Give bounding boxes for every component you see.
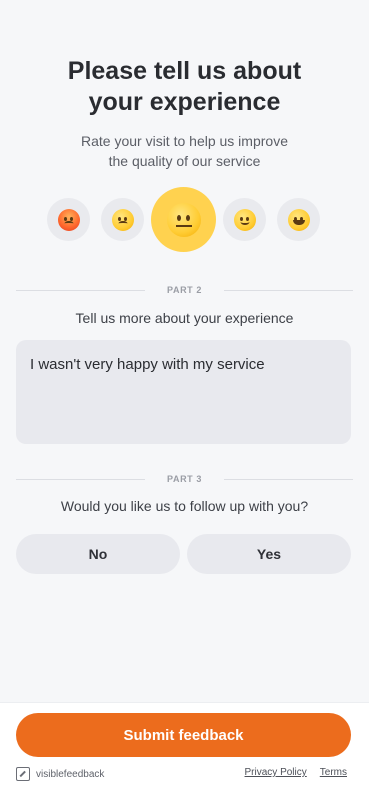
feedback-page: Please tell us about your experience Rat…	[0, 0, 369, 790]
page-subtitle: Rate your visit to help us improve the q…	[81, 133, 288, 169]
part2-divider: PART 2	[16, 283, 353, 297]
footer: Submit feedback visiblefeedback Privacy …	[0, 702, 369, 790]
experience-textarea[interactable]: I wasn't very happy with my service	[16, 340, 351, 444]
rating-selector	[0, 187, 369, 254]
neutral-face-icon	[166, 202, 201, 237]
page-title: Please tell us about your experience	[67, 57, 302, 116]
visiblefeedback-logo-icon	[16, 767, 30, 781]
submit-feedback-button[interactable]: Submit feedback	[16, 713, 351, 757]
footer-links: Privacy Policy Terms	[245, 767, 347, 778]
slightly-smiling-face-icon	[233, 208, 256, 231]
rating-grinning-button[interactable]	[277, 198, 320, 241]
part3-label: PART 3	[167, 474, 202, 484]
rating-slightly-smiling-button[interactable]	[223, 198, 266, 241]
part3-divider: PART 3	[16, 472, 353, 486]
angry-face-icon	[57, 208, 80, 231]
part3-question: Would you like us to follow up with you?	[60, 498, 309, 514]
privacy-policy-link[interactable]: Privacy Policy	[245, 767, 307, 778]
confused-face-icon	[111, 208, 134, 231]
brand-name: visiblefeedback	[36, 768, 105, 780]
follow-up-no-button[interactable]: No	[16, 534, 180, 574]
rating-neutral-button[interactable]	[151, 187, 216, 252]
grinning-face-icon	[287, 208, 310, 231]
part2-question: Tell us more about your experience	[75, 310, 294, 326]
brand[interactable]: visiblefeedback	[16, 767, 104, 781]
part2-label: PART 2	[167, 285, 202, 295]
terms-link[interactable]: Terms	[320, 767, 347, 778]
rating-confused-button[interactable]	[101, 198, 144, 241]
rating-angry-button[interactable]	[47, 198, 90, 241]
follow-up-yes-button[interactable]: Yes	[187, 534, 351, 574]
